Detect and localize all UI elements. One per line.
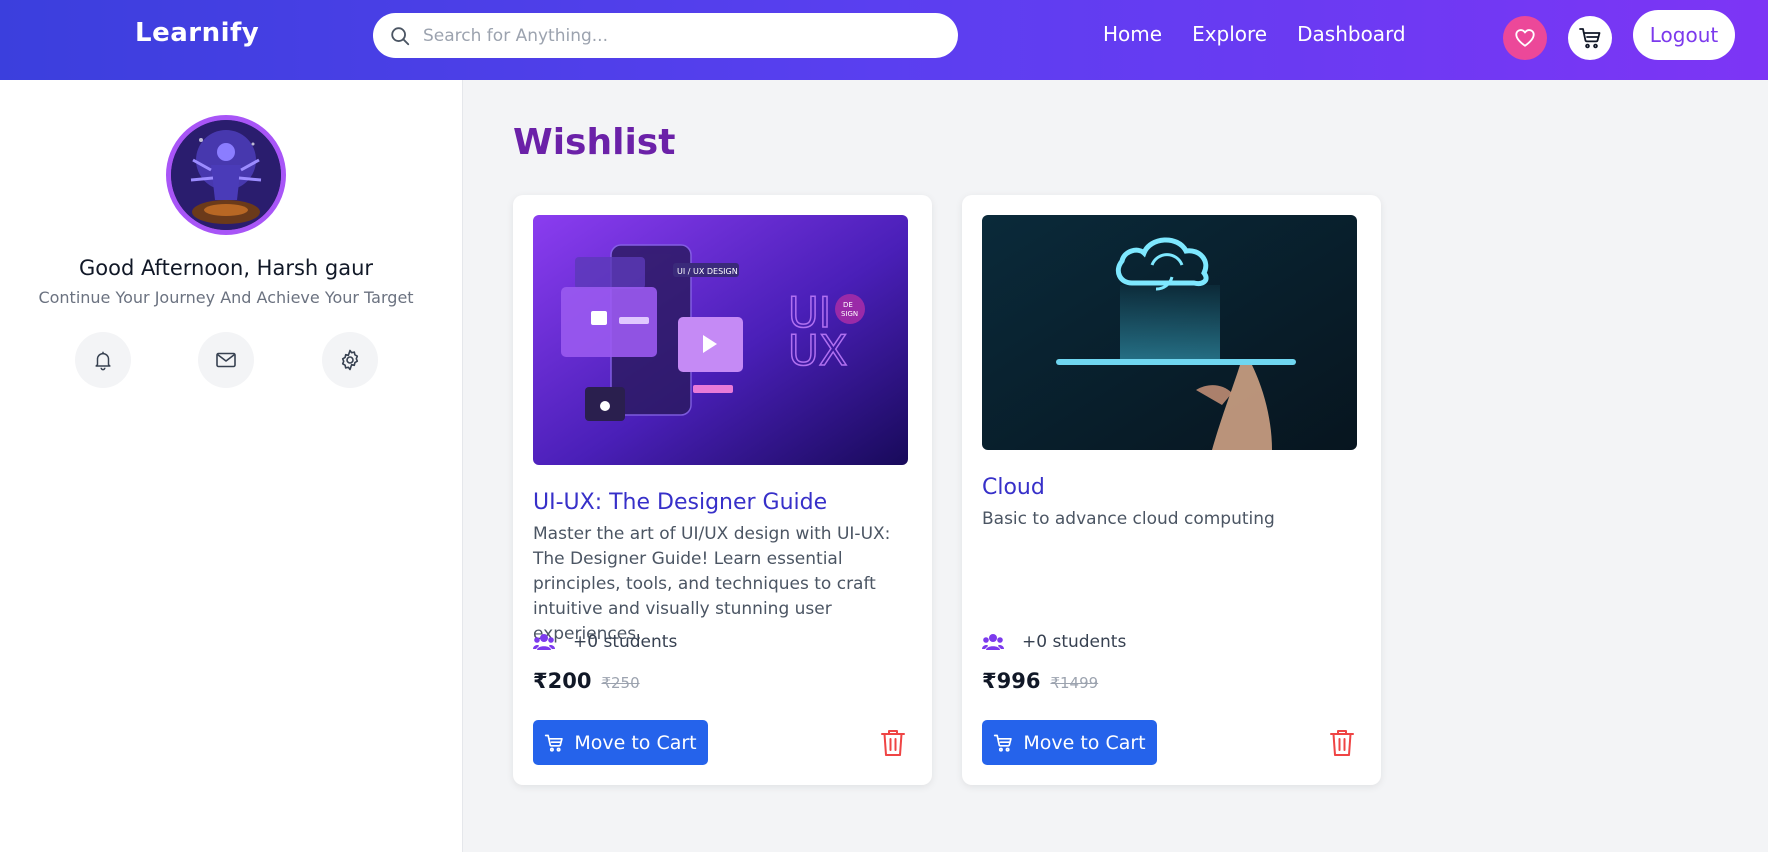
move-to-cart-label: Move to Cart [574, 731, 697, 754]
move-to-cart-button[interactable]: Move to Cart [982, 720, 1157, 765]
mail-icon [214, 348, 238, 372]
cart-icon [1578, 26, 1602, 50]
messages-button[interactable] [198, 332, 254, 388]
original-price: ₹1499 [1050, 674, 1099, 692]
course-description: Basic to advance cloud computing [982, 509, 1275, 529]
thumb-label: UI / UX DESIGN [677, 267, 738, 276]
price: ₹996 ₹1499 [982, 669, 1098, 693]
users-icon [982, 633, 1004, 651]
course-title[interactable]: UI-UX: The Designer Guide [533, 490, 827, 515]
brand-logo[interactable]: Learnify [135, 18, 259, 48]
heart-icon [1514, 27, 1536, 49]
trash-icon [1329, 728, 1355, 758]
cart-icon [544, 733, 564, 753]
page-title: Wishlist [513, 122, 676, 163]
cart-icon [993, 733, 1013, 753]
trash-icon [880, 728, 906, 758]
thumb-badge-top: DE [843, 301, 853, 309]
current-price: ₹996 [982, 669, 1041, 693]
profile-sidebar: Good Afternoon, Harsh gaur Continue Your… [0, 80, 463, 852]
students-text: +0 students [573, 632, 678, 652]
settings-button[interactable] [322, 332, 378, 388]
search-input[interactable] [423, 25, 943, 46]
wishlist-card: UI / UX DESIGN UI UX DE SIGN UI-UX: The … [513, 195, 932, 785]
course-thumbnail[interactable]: UI / UX DESIGN UI UX DE SIGN [533, 215, 908, 465]
greeting-subtitle: Continue Your Journey And Achieve Your T… [38, 288, 414, 307]
wishlist-card: Cloud Basic to advance cloud computing +… [962, 195, 1381, 785]
current-price: ₹200 [533, 669, 592, 693]
top-navbar: Learnify Home Explore Dashboard Logout [0, 0, 1768, 80]
students-text: +0 students [1022, 632, 1127, 652]
move-to-cart-button[interactable]: Move to Cart [533, 720, 708, 765]
thumb-big-ux: UX [788, 326, 848, 375]
wishlist-button[interactable] [1503, 16, 1547, 60]
nav-dashboard-link[interactable]: Dashboard [1297, 22, 1406, 46]
nav-home-link[interactable]: Home [1103, 22, 1162, 46]
thumb-badge-bottom: SIGN [841, 310, 858, 318]
remove-button[interactable] [880, 728, 908, 758]
users-icon [533, 633, 555, 651]
course-description: Master the art of UI/UX design with UI-U… [533, 524, 891, 644]
original-price: ₹250 [601, 674, 640, 692]
price: ₹200 ₹250 [533, 669, 640, 693]
search-icon [389, 25, 411, 47]
gear-icon [338, 348, 362, 372]
main-nav: Home Explore Dashboard [1103, 22, 1436, 46]
cart-button[interactable] [1568, 16, 1612, 60]
avatar[interactable] [166, 115, 286, 235]
remove-button[interactable] [1329, 728, 1357, 758]
logout-button[interactable]: Logout [1633, 10, 1735, 60]
bell-icon [92, 349, 114, 371]
search-bar[interactable] [373, 13, 958, 58]
greeting-text: Good Afternoon, Harsh gaur [78, 256, 374, 280]
course-thumbnail[interactable] [982, 215, 1357, 450]
move-to-cart-label: Move to Cart [1023, 731, 1146, 754]
notifications-button[interactable] [75, 332, 131, 388]
nav-explore-link[interactable]: Explore [1192, 22, 1267, 46]
course-title[interactable]: Cloud [982, 475, 1045, 500]
students-count: +0 students [982, 632, 1126, 652]
students-count: +0 students [533, 632, 677, 652]
